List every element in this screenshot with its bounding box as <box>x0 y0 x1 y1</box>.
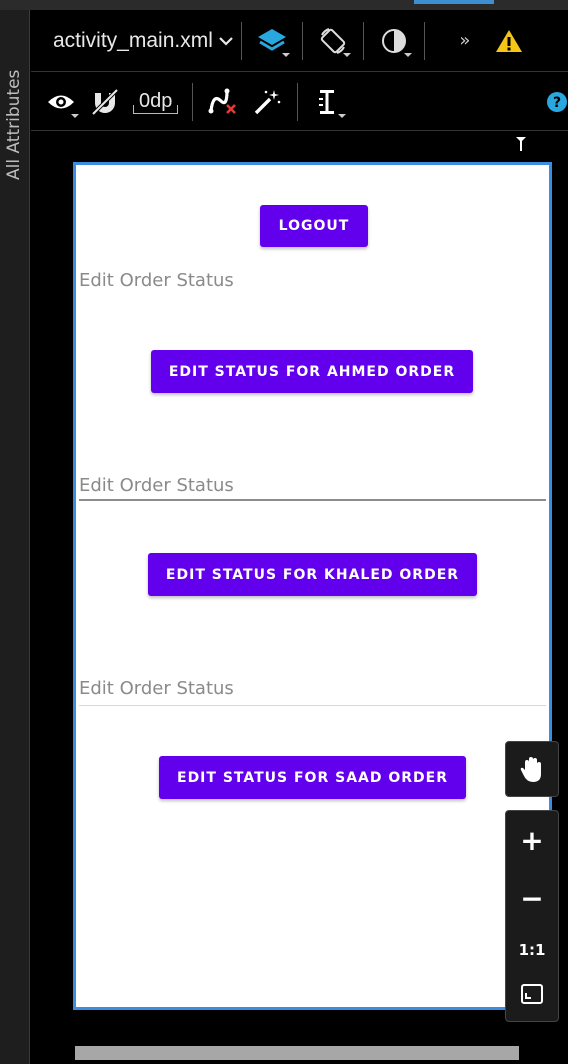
warning-icon <box>495 29 522 52</box>
file-name: activity_main.xml <box>53 28 213 52</box>
edit-saad-order-button[interactable]: EDIT STATUS FOR SAAD ORDER <box>159 756 466 799</box>
theme-icon <box>381 28 406 53</box>
fit-screen-icon <box>521 984 543 1005</box>
edit-status-field-ahmed[interactable]: Edit Order Status <box>79 270 234 291</box>
toolbar-separator <box>423 21 425 60</box>
layers-icon <box>257 28 286 51</box>
edit-khaled-order-button[interactable]: EDIT STATUS FOR KHALED ORDER <box>148 553 477 596</box>
edit-ahmed-order-button[interactable]: EDIT STATUS FOR AHMED ORDER <box>151 350 473 393</box>
logout-button[interactable]: LOGOUT <box>260 205 368 247</box>
pan-tool[interactable] <box>505 741 559 797</box>
layers-button[interactable] <box>250 19 294 63</box>
edit-status-field-saad[interactable]: Edit Order Status <box>79 678 234 699</box>
design-toolbar: activity_main.xml » <box>31 10 568 72</box>
default-margin-field[interactable]: 0dp <box>133 90 179 114</box>
infer-constraints-button[interactable] <box>245 80 289 124</box>
zoom-controls: + − 1:1 <box>505 810 559 1022</box>
magnet-icon <box>91 88 119 115</box>
autoconnect-button[interactable] <box>83 80 127 124</box>
pin-icon <box>516 137 526 151</box>
zoom-in-button[interactable]: + <box>520 824 543 857</box>
theme-button[interactable] <box>372 19 416 63</box>
help-button[interactable]: ? <box>544 80 568 124</box>
toolbar-separator <box>192 82 194 121</box>
eye-icon <box>48 95 74 108</box>
top-strip <box>0 0 568 10</box>
svg-text:?: ? <box>553 95 561 111</box>
toolbar-separator <box>240 21 242 60</box>
guidelines-button[interactable] <box>306 80 350 124</box>
horizontal-scrollbar[interactable] <box>75 1046 519 1060</box>
fit-screen-button[interactable] <box>521 984 543 1008</box>
layout-toolbar: 0dp ? <box>31 73 568 131</box>
toolbar-separator <box>301 21 303 60</box>
tab-accent <box>414 0 494 4</box>
device-preview: LOGOUT Edit Order Status EDIT STATUS FOR… <box>73 162 552 1010</box>
zoom-out-button[interactable]: − <box>520 882 543 915</box>
help-icon: ? <box>547 91 567 112</box>
guidelines-icon <box>319 89 335 114</box>
zoom-actual-size-button[interactable]: 1:1 <box>519 941 546 959</box>
side-panel-label[interactable]: All Attributes <box>2 30 26 180</box>
view-options-button[interactable] <box>39 80 83 124</box>
toolbar-separator <box>362 21 364 60</box>
magic-wand-icon <box>255 89 281 114</box>
field-underline <box>79 499 546 501</box>
clear-constraints-icon <box>208 88 237 114</box>
warning-button[interactable] <box>487 19 531 63</box>
attributes-side-rail: All Attributes <box>0 10 30 1064</box>
clear-constraints-button[interactable] <box>201 80 245 124</box>
edit-status-field-khaled[interactable]: Edit Order Status <box>79 475 234 496</box>
overflow-icon: » <box>459 30 471 51</box>
field-underline <box>79 705 546 706</box>
orientation-button[interactable] <box>311 19 355 63</box>
pan-hand-icon <box>520 757 541 782</box>
file-selector[interactable]: activity_main.xml <box>31 10 233 71</box>
overflow-button[interactable]: » <box>443 19 487 63</box>
chevron-down-icon <box>219 36 233 46</box>
toolbar-separator <box>297 82 299 121</box>
